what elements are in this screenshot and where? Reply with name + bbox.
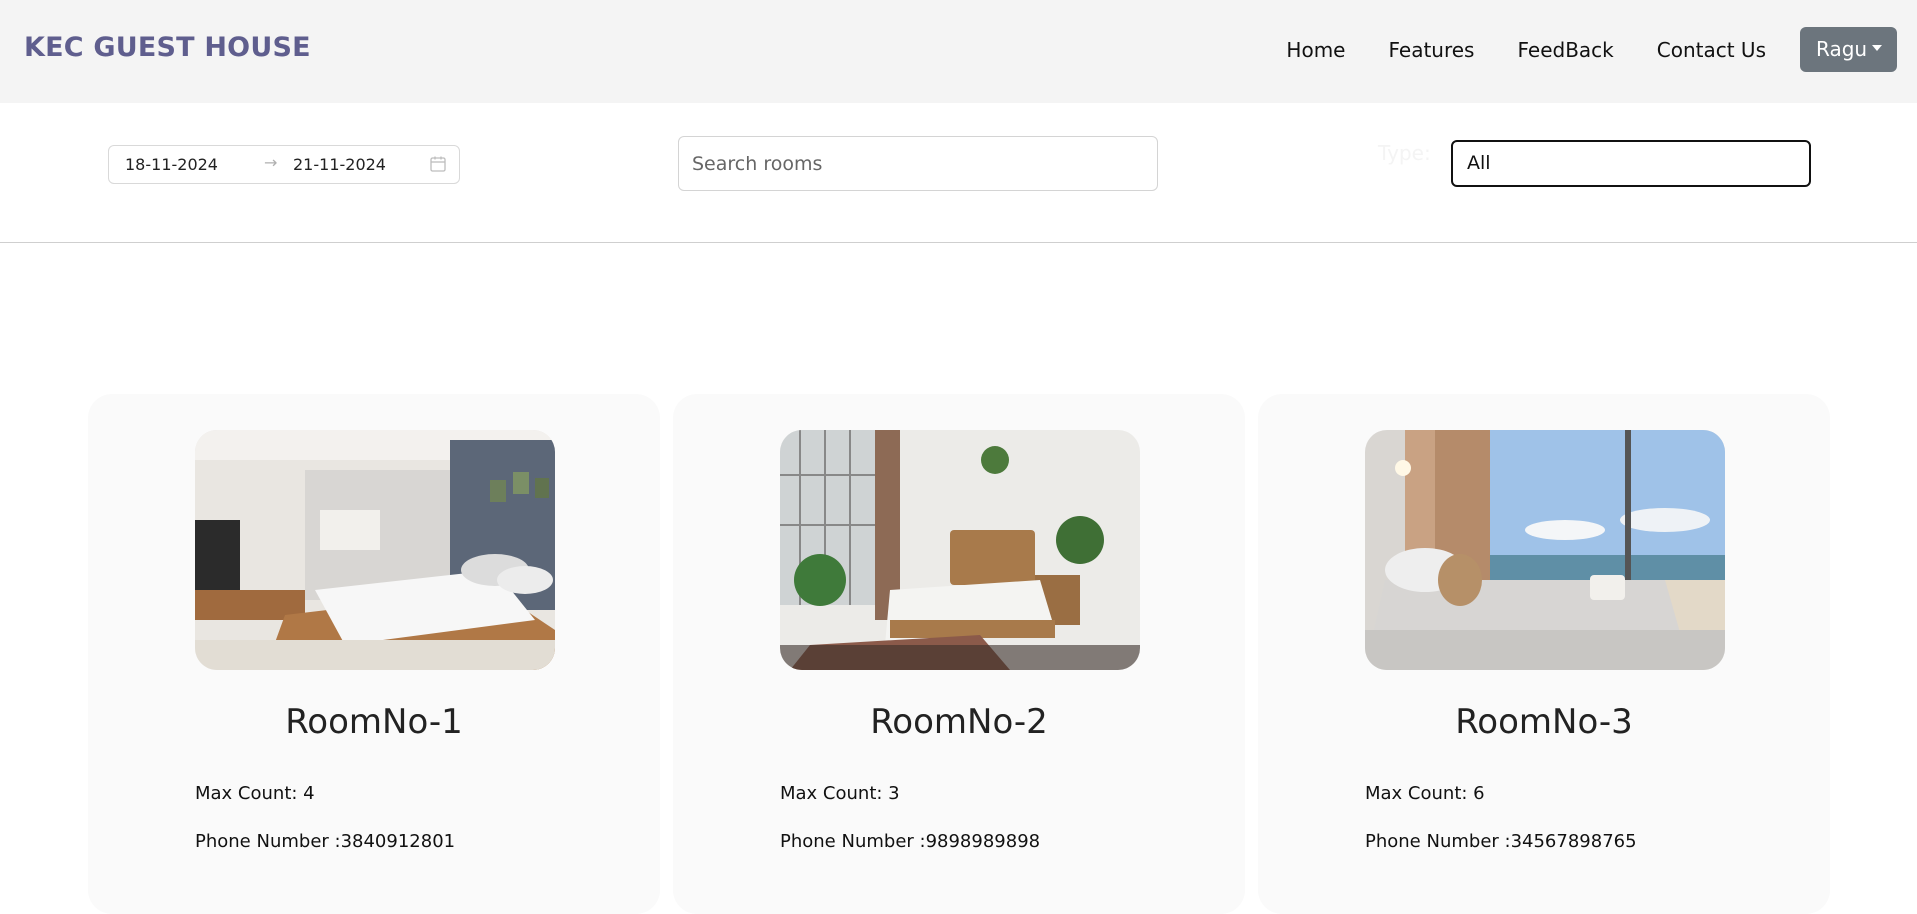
search-input[interactable] — [678, 136, 1158, 191]
type-select[interactable]: All — [1451, 140, 1811, 187]
room-card[interactable]: RoomNo-2 Max Count: 3 Phone Number :9898… — [673, 394, 1245, 914]
room-phone: Phone Number :9898989898 — [780, 831, 1041, 852]
room-image — [195, 430, 555, 670]
user-menu-button[interactable]: Ragu — [1800, 27, 1897, 72]
room-image — [780, 430, 1140, 670]
date-start[interactable]: 18-11-2024 — [125, 155, 218, 174]
room-title: RoomNo-2 — [870, 702, 1048, 742]
filter-bar: 18-11-2024 → 21-11-2024 Type: All — [0, 103, 1917, 243]
date-range-picker[interactable]: 18-11-2024 → 21-11-2024 — [108, 145, 460, 184]
nav-contact-link[interactable]: Contact Us — [1657, 36, 1766, 64]
date-end[interactable]: 21-11-2024 — [293, 155, 386, 174]
room-title: RoomNo-1 — [285, 702, 463, 742]
nav-features-link[interactable]: Features — [1388, 36, 1474, 64]
calendar-icon — [430, 156, 446, 172]
room-max-count: Max Count: 4 — [195, 783, 315, 804]
caret-down-icon — [1872, 44, 1883, 51]
room-phone: Phone Number :34567898765 — [1365, 831, 1637, 852]
navbar: KEC GUEST HOUSE Home Features FeedBack C… — [0, 0, 1917, 103]
nav-home-link[interactable]: Home — [1286, 36, 1345, 64]
nav-links: Home Features FeedBack Contact Us — [1243, 36, 1766, 64]
room-max-count: Max Count: 6 — [1365, 783, 1485, 804]
brand-logo[interactable]: KEC GUEST HOUSE — [24, 32, 311, 63]
room-max-count: Max Count: 3 — [780, 783, 900, 804]
room-title: RoomNo-3 — [1455, 702, 1633, 742]
room-card[interactable]: RoomNo-3 Max Count: 6 Phone Number :3456… — [1258, 394, 1830, 914]
user-name: Ragu — [1816, 37, 1868, 61]
room-card[interactable]: RoomNo-1 Max Count: 4 Phone Number :3840… — [88, 394, 660, 914]
room-image — [1365, 430, 1725, 670]
arrow-right-icon: → — [264, 153, 278, 172]
room-phone: Phone Number :3840912801 — [195, 831, 456, 852]
type-label: Type: — [1378, 141, 1431, 165]
nav-feedback-link[interactable]: FeedBack — [1517, 36, 1613, 64]
